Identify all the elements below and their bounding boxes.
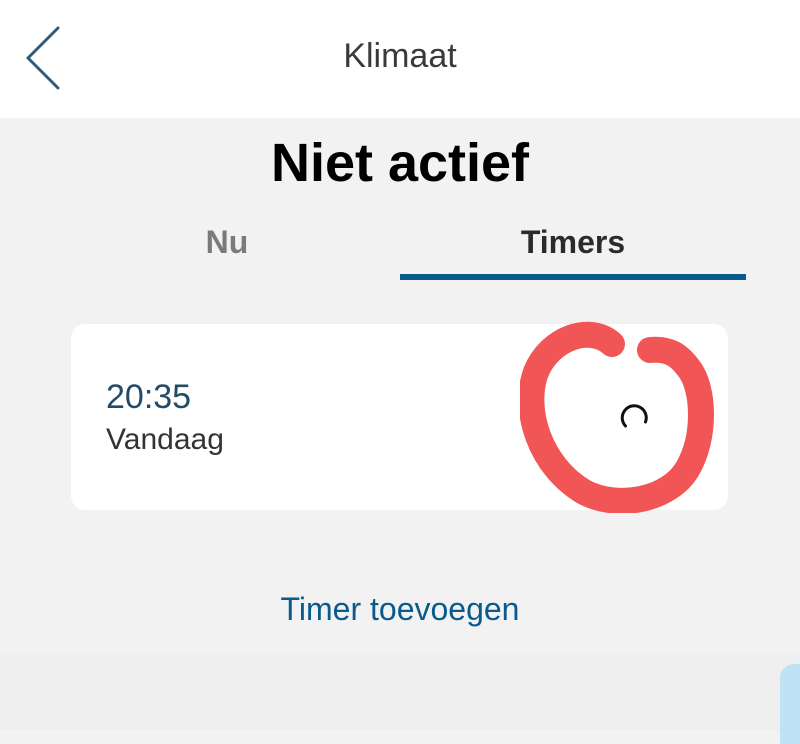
loading-spinner-icon: [620, 404, 648, 428]
timer-card[interactable]: 20:35 Vandaag: [71, 324, 728, 510]
status-title: Niet actief: [270, 133, 530, 193]
page-title: Klimaat: [343, 37, 457, 75]
timer-time: 20:35: [106, 378, 192, 416]
bottom-area: [0, 655, 800, 730]
tab-nu[interactable]: Nu: [54, 218, 400, 280]
tab-label: Nu: [205, 224, 249, 260]
add-timer-link: Timer toevoegen: [0, 588, 800, 630]
tab-timers[interactable]: Timers: [400, 218, 746, 280]
floating-button-edge[interactable]: [780, 664, 800, 744]
active-tab-indicator: [400, 274, 746, 280]
timer-day: Vandaag: [106, 423, 224, 456]
app-header: Klimaat: [0, 0, 800, 118]
add-timer-button[interactable]: Timer toevoegen: [281, 591, 520, 627]
tab-label: Timers: [520, 224, 626, 260]
